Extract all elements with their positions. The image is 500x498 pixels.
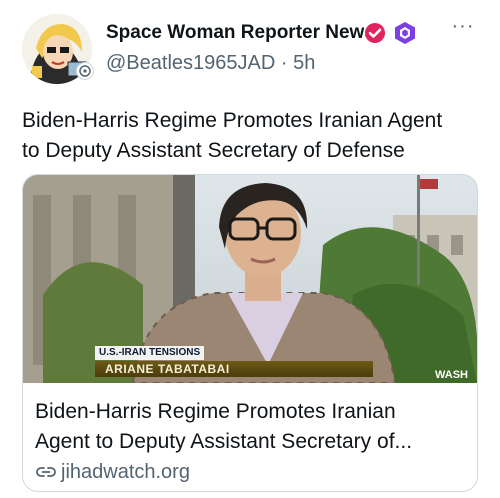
display-name[interactable]: Space Woman Reporter News (106, 22, 375, 44)
news-photo (23, 175, 477, 383)
post-text-line-1: Biden-Harris Regime Promotes Iranian Age… (22, 109, 443, 132)
card-domain-row[interactable]: jihadwatch.org (35, 461, 190, 484)
separator-dot: · (280, 52, 288, 74)
more-options-button[interactable]: ··· (448, 16, 478, 40)
link-icon (36, 467, 56, 477)
post-time[interactable]: 5h (293, 52, 315, 74)
avatar-badge-icon (76, 62, 94, 80)
chyron-name: ARIANE TABATABAI (95, 361, 373, 377)
chyron-tag: U.S.-IRAN TENSIONS (95, 346, 205, 360)
card-body[interactable]: Biden-Harris Regime Promotes Iranian Age… (23, 383, 477, 491)
user-handle[interactable]: @Beatles1965JAD (106, 52, 275, 74)
post-text-line-2: to Deputy Assistant Secretary of Defense (22, 139, 405, 162)
card-title[interactable]: Biden-Harris Regime Promotes Iranian Age… (35, 397, 465, 457)
card-domain: jihadwatch.org (61, 461, 190, 483)
chyron-corner-label: WASH (435, 369, 468, 381)
link-preview-card[interactable]: U.S.-IRAN TENSIONS ARIANE TABATABAI WASH… (22, 174, 478, 492)
post-header: Space Woman Reporter News ··· @Beatles19… (0, 0, 500, 96)
card-title-line-1: Biden-Harris Regime Promotes Iranian (35, 400, 396, 423)
card-image[interactable]: U.S.-IRAN TENSIONS ARIANE TABATABAI WASH (23, 175, 477, 383)
verified-check-icon (364, 22, 386, 44)
card-title-line-2: Agent to Deputy Assistant Secretary of..… (35, 430, 413, 453)
handle-row: @Beatles1965JAD · 5h (106, 52, 315, 75)
purple-hexagon-badge-icon (394, 21, 416, 45)
post-text: Biden-Harris Regime Promotes Iranian Age… (22, 106, 478, 166)
